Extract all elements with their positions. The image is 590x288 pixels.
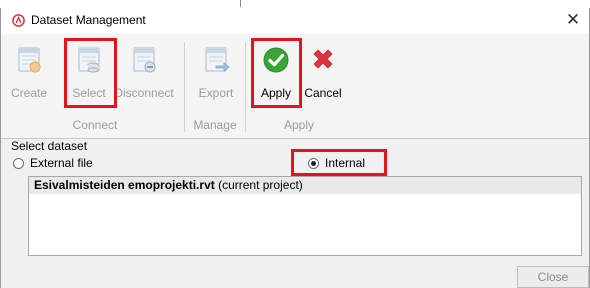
export-label: Export — [198, 86, 234, 100]
dataset-name: Esivalmisteiden emoprojekti.rvt — [34, 178, 215, 192]
dialog-title: Dataset Management — [31, 13, 146, 27]
select-label: Select — [72, 86, 106, 100]
create-button[interactable]: Create — [9, 46, 49, 102]
apply-label: Apply — [260, 86, 292, 100]
select-button[interactable]: Select — [67, 46, 111, 102]
select-dataset-icon — [78, 47, 100, 73]
disconnect-button[interactable]: Disconnect — [114, 46, 174, 102]
ribbon-separator — [245, 42, 246, 132]
create-dataset-icon — [18, 47, 41, 73]
apply-button[interactable]: Apply — [256, 46, 296, 102]
external-file-radio[interactable] — [13, 157, 24, 169]
external-file-option[interactable]: External file — [13, 155, 93, 171]
divider — [240, 0, 241, 7]
ribbon-toolbar: Create Select Disconnect Export Apply Ca… — [1, 34, 589, 139]
internal-label: Internal — [325, 156, 366, 170]
dataset-note: (current project) — [218, 178, 303, 192]
external-file-label: External file — [30, 156, 93, 170]
select-dataset-label: Select dataset — [11, 139, 88, 153]
create-label: Create — [10, 86, 48, 100]
export-dataset-icon — [205, 47, 230, 72]
background-strip — [0, 0, 590, 8]
title-bar: Dataset Management ✕ — [1, 8, 589, 34]
dataset-list[interactable]: Esivalmisteiden emoprojekti.rvt (current… — [28, 176, 582, 256]
disconnect-dataset-icon — [133, 47, 156, 73]
close-icon[interactable]: ✕ — [563, 10, 583, 30]
check-icon — [263, 47, 289, 73]
close-button[interactable]: Close — [517, 266, 589, 288]
list-item[interactable]: Esivalmisteiden emoprojekti.rvt (current… — [29, 177, 581, 194]
internal-radio[interactable] — [308, 157, 319, 169]
group-label-connect: Connect — [72, 118, 118, 132]
group-label-apply: Apply — [283, 118, 315, 132]
ribbon-separator — [184, 42, 185, 132]
export-button[interactable]: Export — [194, 46, 238, 102]
group-label-manage: Manage — [193, 118, 237, 132]
dataset-management-dialog: Dataset Management ✕ Create Select Disco… — [0, 8, 590, 288]
cancel-button[interactable]: Cancel — [301, 46, 345, 102]
cancel-label: Cancel — [304, 86, 342, 100]
disconnect-label: Disconnect — [114, 86, 174, 100]
internal-option[interactable]: Internal — [308, 155, 365, 171]
app-logo-icon — [12, 14, 25, 27]
cancel-x-icon — [313, 49, 333, 69]
